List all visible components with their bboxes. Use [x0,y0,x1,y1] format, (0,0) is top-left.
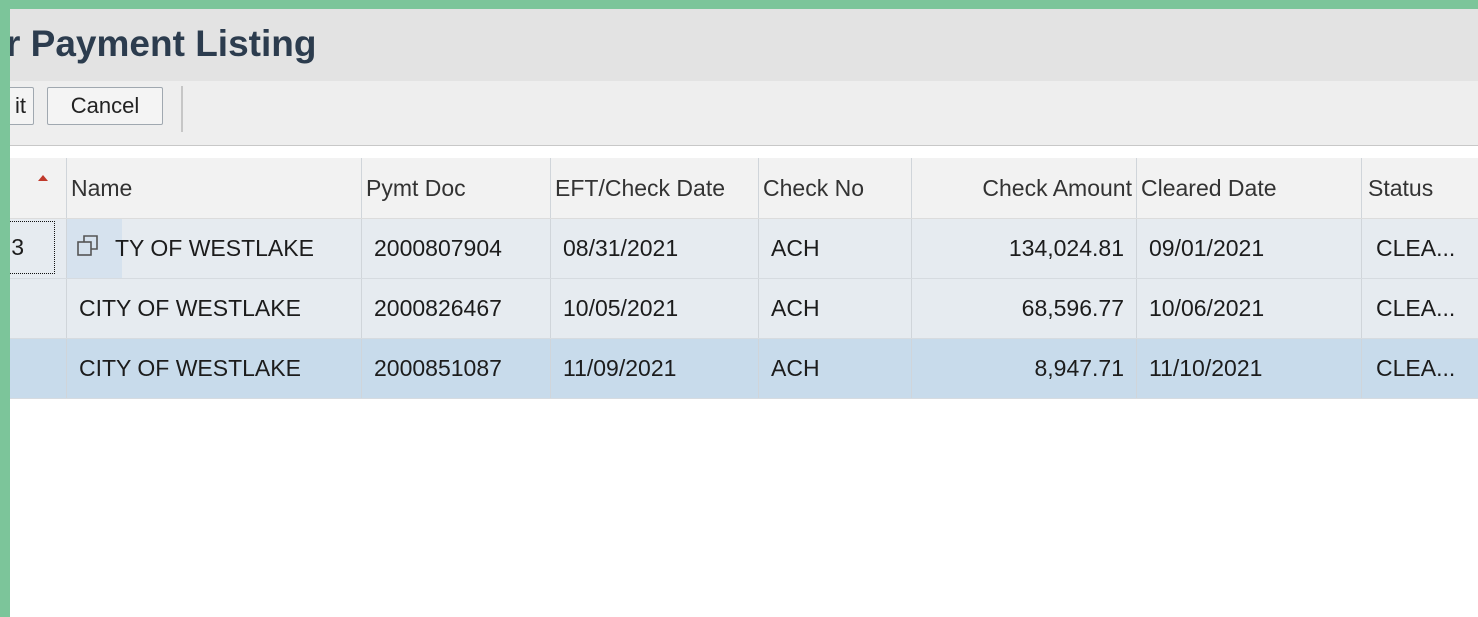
table-row[interactable]: CITY OF WESTLAKE 2000851087 11/09/2021 A… [10,339,1478,399]
table-row[interactable]: 3 TY OF WESTLAKE 2000807904 08/31/2021 A… [10,219,1478,279]
payment-table: Name Pymt Doc EFT/Check Date Check No Ch… [10,158,1478,399]
table-header: Name Pymt Doc EFT/Check Date Check No Ch… [10,158,1478,219]
column-header-pymt-doc[interactable]: Pymt Doc [361,158,550,218]
status-cell[interactable]: CLEA... [1361,219,1478,278]
check-date-cell[interactable]: 08/31/2021 [550,219,758,278]
column-header-status[interactable]: Status [1361,158,1478,218]
pymt-doc-cell[interactable]: 2000851087 [361,339,550,398]
row-key-cell[interactable]: 3 [10,219,66,278]
sort-ascending-icon [38,175,48,181]
column-header-check-date[interactable]: EFT/Check Date [550,158,758,218]
check-no-cell[interactable]: ACH [758,339,911,398]
name-cell[interactable]: CITY OF WESTLAKE [66,339,361,398]
pymt-doc-cell[interactable]: 2000807904 [361,219,550,278]
row-key-cell[interactable] [10,279,66,338]
cleared-date-cell[interactable]: 11/10/2021 [1136,339,1361,398]
check-date-cell[interactable]: 11/09/2021 [550,339,758,398]
check-no-cell[interactable]: ACH [758,279,911,338]
table-row[interactable]: CITY OF WESTLAKE 2000826467 10/05/2021 A… [10,279,1478,339]
row-key-cell[interactable] [10,339,66,398]
cleared-date-cell[interactable]: 09/01/2021 [1136,219,1361,278]
check-amount-cell[interactable]: 8,947.71 [911,339,1136,398]
toolbar-separator [181,86,183,132]
name-cell[interactable]: CITY OF WESTLAKE [66,279,361,338]
focused-cell[interactable]: 3 [10,221,55,274]
copy-icon[interactable] [77,235,99,257]
column-header-check-amount[interactable]: Check Amount [911,158,1136,218]
column-header-name[interactable]: Name [66,158,361,218]
check-amount-cell[interactable]: 134,024.81 [911,219,1136,278]
check-date-cell[interactable]: 10/05/2021 [550,279,758,338]
column-header-check-no[interactable]: Check No [758,158,911,218]
cancel-button[interactable]: Cancel [47,87,163,125]
status-cell[interactable]: CLEA... [1361,279,1478,338]
payment-listing-window: r Payment Listing it Cancel Name Pymt Do… [10,9,1478,617]
name-text: TY OF WESTLAKE [115,235,314,261]
edit-button[interactable]: it [10,87,34,125]
title-bar: r Payment Listing [10,9,1478,81]
toolbar: it Cancel [10,81,1478,146]
cleared-date-cell[interactable]: 10/06/2021 [1136,279,1361,338]
check-amount-cell[interactable]: 68,596.77 [911,279,1136,338]
name-cell[interactable]: TY OF WESTLAKE [66,219,361,278]
pymt-doc-cell[interactable]: 2000826467 [361,279,550,338]
check-no-cell[interactable]: ACH [758,219,911,278]
status-cell[interactable]: CLEA... [1361,339,1478,398]
page-title: r Payment Listing [10,23,317,64]
column-header-cleared-date[interactable]: Cleared Date [1136,158,1361,218]
column-header-key[interactable] [10,158,66,218]
